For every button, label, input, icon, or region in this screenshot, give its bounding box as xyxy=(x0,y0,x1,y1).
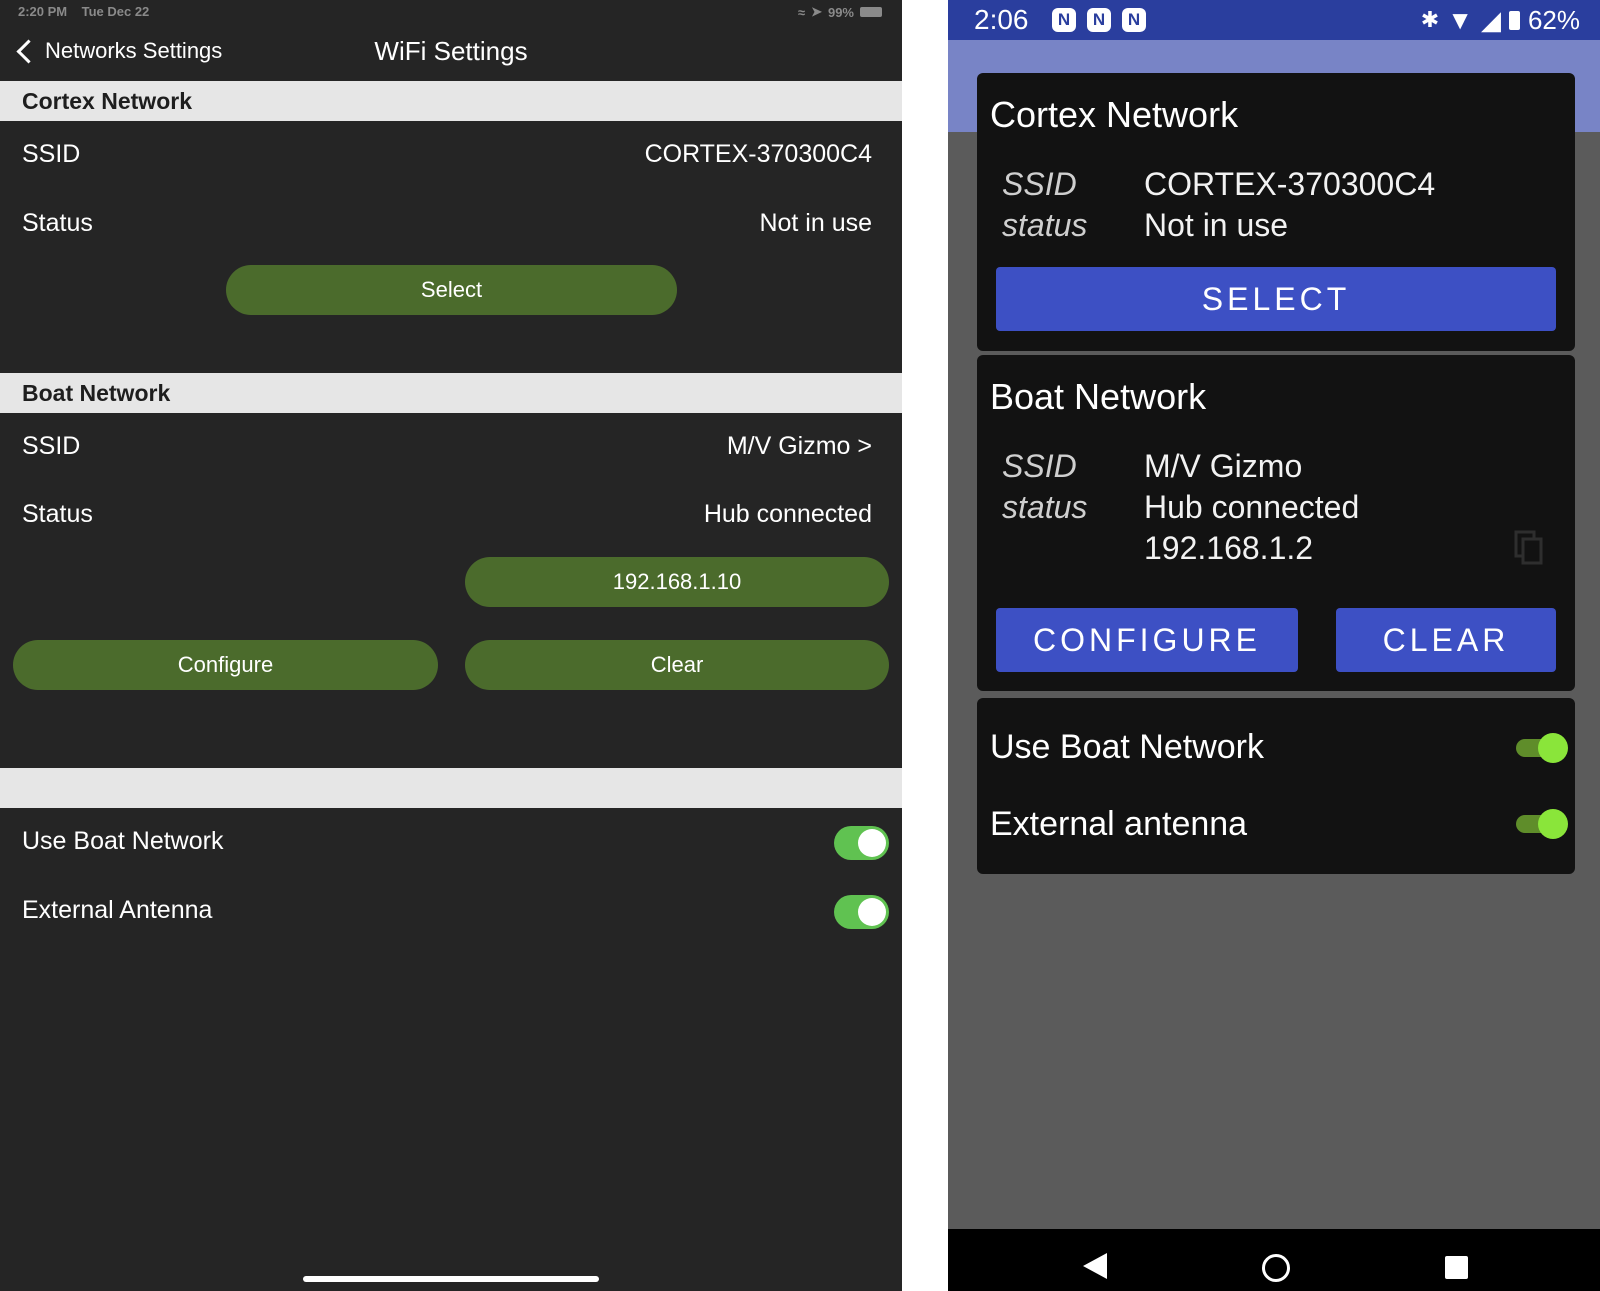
boat-status-label: status xyxy=(1002,489,1088,525)
clear-button[interactable]: CLEAR xyxy=(1336,608,1556,672)
boat-ip-value: 192.168.1.2 xyxy=(1144,530,1314,566)
location-icon: ➤ xyxy=(811,4,822,19)
external-antenna-switch[interactable] xyxy=(834,895,889,929)
cortex-section-header: Cortex Network xyxy=(0,81,902,121)
toggles-section-header xyxy=(0,768,902,808)
boat-card-title: Boat Network xyxy=(990,376,1207,417)
notification-app-icon: N xyxy=(1052,8,1076,32)
select-button[interactable]: Select xyxy=(226,265,677,315)
external-antenna-label: External Antenna xyxy=(22,896,213,924)
nav-home-icon[interactable] xyxy=(1262,1254,1290,1282)
bluetooth-icon: ✱ xyxy=(1420,7,1440,32)
switch-knob xyxy=(858,829,886,857)
notification-app-icon: N xyxy=(1122,8,1146,32)
android-battery-percent: 62% xyxy=(1527,5,1580,35)
select-button[interactable]: SELECT xyxy=(996,267,1556,331)
copy-icon[interactable] xyxy=(1514,530,1544,566)
ios-status-icons: ≈ ➤ 99% xyxy=(798,4,882,20)
switch-thumb xyxy=(1538,809,1568,839)
wifi-icon: ≈ xyxy=(797,4,806,20)
clear-button[interactable]: Clear xyxy=(465,640,889,690)
ios-status-bar: 2:20 PM Tue Dec 22 xyxy=(18,4,149,19)
boat-status-value: Hub connected xyxy=(703,500,872,528)
ios-battery-percent: 99% xyxy=(827,4,854,20)
toggles-card xyxy=(977,698,1575,874)
external-antenna-switch[interactable] xyxy=(1516,809,1568,839)
ios-status-time: 2:20 PM xyxy=(18,4,68,19)
boat-status-value: Hub connected xyxy=(1144,489,1360,525)
use-boat-network-switch[interactable] xyxy=(834,826,889,860)
boat-status-label: Status xyxy=(22,500,93,528)
boat-ssid-label: SSID xyxy=(1002,448,1077,484)
boat-ssid-value: M/V Gizmo xyxy=(1144,448,1303,484)
notification-app-icon: N xyxy=(1087,8,1111,32)
configure-button[interactable]: CONFIGURE xyxy=(996,608,1298,672)
android-screen: 2:06 N N N ✱ ▼ ◢ 62% Cortex Network SSID… xyxy=(948,0,1600,1291)
battery-icon xyxy=(1508,10,1520,30)
boat-section-header: Boat Network xyxy=(0,373,902,413)
cortex-ssid-label: SSID xyxy=(1002,166,1077,202)
ios-screen: 2:20 PM Tue Dec 22 ≈ ➤ 99% WiFi Settings… xyxy=(0,0,902,1291)
switch-knob xyxy=(858,898,886,926)
cortex-ssid-value: CORTEX-370300C4 xyxy=(1144,166,1436,202)
external-antenna-label: External antenna xyxy=(990,805,1248,843)
home-indicator[interactable] xyxy=(303,1276,599,1282)
wifi-icon: ▼ xyxy=(1447,5,1473,35)
boat-ssid-label: SSID xyxy=(22,432,81,460)
cortex-ssid-value: CORTEX-370300C4 xyxy=(644,140,872,168)
ip-address-button[interactable]: 192.168.1.10 xyxy=(465,557,889,607)
cortex-status-label: status xyxy=(1002,207,1088,243)
cortex-card-title: Cortex Network xyxy=(990,94,1239,135)
ios-status-date: Tue Dec 22 xyxy=(81,4,150,19)
boat-ssid-value[interactable]: M/V Gizmo > xyxy=(727,432,872,461)
back-button-label: Networks Settings xyxy=(45,38,223,63)
battery-icon xyxy=(860,7,882,17)
nav-recent-icon[interactable] xyxy=(1445,1256,1468,1279)
configure-button[interactable]: Configure xyxy=(13,640,438,690)
back-button[interactable]: Networks Settings xyxy=(14,34,222,68)
nav-back-icon[interactable] xyxy=(1083,1253,1107,1279)
use-boat-network-switch[interactable] xyxy=(1516,733,1568,763)
switch-thumb xyxy=(1538,733,1568,763)
cortex-status-value: Not in use xyxy=(759,209,872,237)
cortex-ssid-label: SSID xyxy=(22,140,81,168)
use-boat-network-label: Use Boat Network xyxy=(990,728,1264,766)
use-boat-network-label: Use Boat Network xyxy=(22,827,224,855)
android-status-time: 2:06 xyxy=(974,4,1029,35)
signal-icon: ◢ xyxy=(1480,5,1501,35)
cortex-status-value: Not in use xyxy=(1144,207,1289,243)
android-status-icons: ✱ ▼ ◢ 62% xyxy=(1421,2,1580,38)
chevron-left-icon xyxy=(16,38,41,64)
cortex-status-label: Status xyxy=(22,209,93,237)
